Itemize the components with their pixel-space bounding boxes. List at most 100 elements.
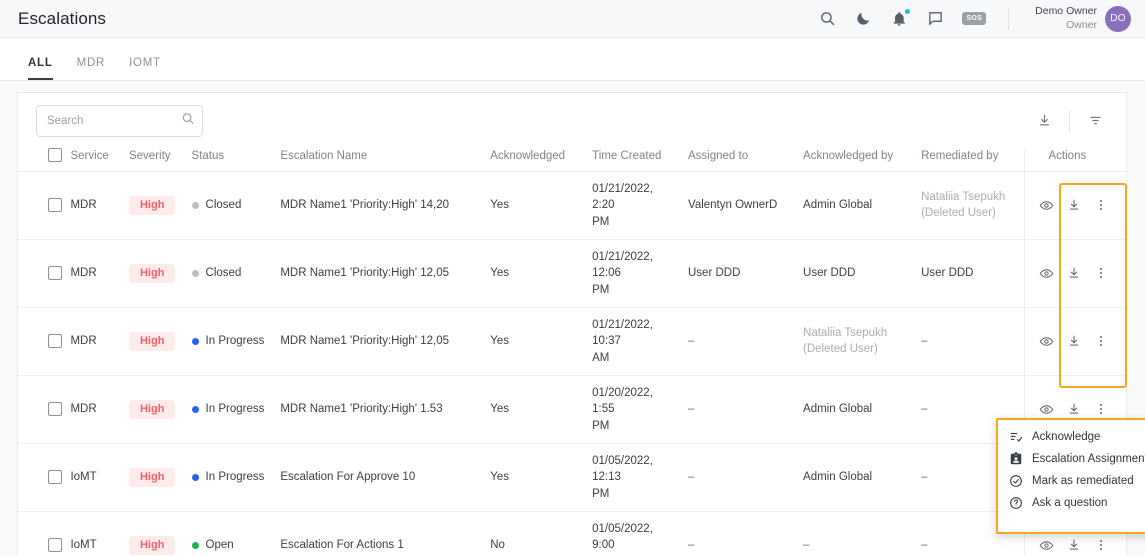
cell-escalation-name[interactable]: MDR Name1 'Priority:High' 12,05 xyxy=(280,307,491,376)
status-dot xyxy=(191,473,199,481)
context-menu-label: Ask a question xyxy=(1032,497,1108,509)
user-role: Owner xyxy=(1066,18,1097,31)
cell-assigned-to: – xyxy=(688,307,804,376)
cell-severity: High xyxy=(128,375,192,444)
user-menu[interactable]: Demo Owner Owner DO xyxy=(1029,5,1131,32)
more-options-icon[interactable] xyxy=(1094,266,1108,280)
escalations-table-wrapper: Service Severity Status Escalation Name … xyxy=(18,148,1126,556)
more-options-icon[interactable] xyxy=(1094,538,1108,552)
row-checkbox[interactable] xyxy=(48,198,62,213)
column-header-assigned-to[interactable]: Assigned to xyxy=(688,148,804,172)
context-menu-item-ask-a-question[interactable]: Ask a question xyxy=(998,492,1145,514)
acknowledged-by-value: Admin Global xyxy=(803,199,873,212)
status-label: In Progress xyxy=(205,335,265,348)
row-checkbox[interactable] xyxy=(48,538,62,553)
cell-escalation-name[interactable]: Escalation For Actions 1 xyxy=(280,511,491,556)
view-eye-icon[interactable] xyxy=(1039,198,1054,213)
remediated-by-value: Nataliia Tsepukh (Deleted User) xyxy=(921,191,1006,220)
table-row[interactable]: MDR High Closed MDR Name1 'Priority:High' 1… xyxy=(18,171,1126,240)
acknowledged-by-value: User DDD xyxy=(803,267,856,280)
tab-iomt[interactable]: IOMT xyxy=(117,57,173,80)
view-eye-icon[interactable] xyxy=(1039,402,1054,417)
table-row[interactable]: MDR High In Progress MDR Name1 'Priority:Hi… xyxy=(18,375,1126,444)
remediated-by-value: – xyxy=(921,471,928,484)
context-menu-item-acknowledge[interactable]: Acknowledge xyxy=(998,426,1145,448)
download-icon[interactable] xyxy=(1067,198,1081,212)
cell-escalation-name[interactable]: Escalation For Approve 10 xyxy=(280,443,491,512)
row-checkbox[interactable] xyxy=(48,402,62,417)
search-input[interactable] xyxy=(36,104,203,137)
column-header-status[interactable]: Status xyxy=(191,148,281,172)
cell-acknowledged-by: – xyxy=(803,511,922,556)
column-header-service[interactable]: Service xyxy=(70,148,129,172)
row-checkbox[interactable] xyxy=(48,266,62,281)
status-dot xyxy=(191,269,199,277)
cell-escalation-name[interactable]: MDR Name1 'Priority:High' 14,20 xyxy=(280,171,491,240)
cell-escalation-name[interactable]: MDR Name1 'Priority:High' 1.53 xyxy=(280,375,491,444)
notifications-bell-icon[interactable] xyxy=(890,8,911,28)
escalations-table: Service Severity Status Escalation Name … xyxy=(18,148,1126,556)
view-eye-icon[interactable] xyxy=(1039,538,1054,553)
search-icon[interactable] xyxy=(818,10,836,28)
cell-remediated-by: Nataliia Tsepukh (Deleted User) xyxy=(921,171,1025,240)
more-options-icon[interactable] xyxy=(1094,402,1108,416)
table-row[interactable]: MDR High Closed MDR Name1 'Priority:High' 1… xyxy=(18,239,1126,308)
cell-time-created: 01/21/2022, 12:06 PM xyxy=(592,239,688,308)
more-options-icon[interactable] xyxy=(1094,198,1108,212)
column-header-remediated-by[interactable]: Remediated by xyxy=(921,148,1025,172)
cell-service: IoMT xyxy=(70,511,129,556)
row-select-cell xyxy=(18,307,71,376)
cell-actions xyxy=(1023,307,1126,376)
severity-badge: High xyxy=(128,399,176,419)
filter-icon[interactable] xyxy=(1084,110,1106,132)
select-all-header xyxy=(18,148,71,172)
column-header-acknowledged-by[interactable]: Acknowledged by xyxy=(803,148,922,172)
row-checkbox[interactable] xyxy=(48,470,62,485)
tab-all[interactable]: ALL xyxy=(16,57,65,80)
download-icon[interactable] xyxy=(1033,110,1055,132)
cell-acknowledged: Yes xyxy=(490,239,593,308)
row-select-cell xyxy=(18,443,71,512)
view-eye-icon[interactable] xyxy=(1039,266,1054,281)
tab-mdr[interactable]: MDR xyxy=(65,57,117,80)
tabs-bar: ALL MDR IOMT xyxy=(0,38,1145,81)
view-eye-icon[interactable] xyxy=(1039,334,1054,349)
select-all-checkbox[interactable] xyxy=(48,148,62,162)
cell-severity: High xyxy=(128,239,192,308)
column-header-escalation-name[interactable]: Escalation Name xyxy=(280,148,491,172)
avatar[interactable]: DO xyxy=(1105,5,1131,32)
row-checkbox[interactable] xyxy=(48,334,62,349)
context-menu-item-escalation-assignment[interactable]: Escalation Assignment xyxy=(998,448,1145,470)
download-icon[interactable] xyxy=(1067,538,1081,552)
dark-mode-moon-icon[interactable] xyxy=(854,10,872,28)
cell-status: In Progress xyxy=(191,307,281,376)
context-menu-item-mark-as-remediated[interactable]: Mark as remediated xyxy=(998,470,1145,492)
table-row[interactable]: IoMT High Open Escalation For Actions 1 No 01… xyxy=(18,511,1126,556)
sos-icon[interactable]: SOS xyxy=(962,12,987,25)
cell-escalation-name[interactable]: MDR Name1 'Priority:High' 12,05 xyxy=(280,239,491,308)
acknowledged-by-value: – xyxy=(803,539,810,552)
download-icon[interactable] xyxy=(1067,334,1081,348)
cell-service: MDR xyxy=(70,375,129,444)
cell-acknowledged: No xyxy=(490,511,593,556)
column-header-time-created[interactable]: Time Created xyxy=(592,148,688,172)
cell-acknowledged: Yes xyxy=(490,443,593,512)
column-header-acknowledged[interactable]: Acknowledged xyxy=(490,148,593,172)
chat-icon[interactable] xyxy=(926,10,944,28)
download-icon[interactable] xyxy=(1067,402,1081,416)
cell-remediated-by: User DDD xyxy=(921,239,1025,308)
table-row[interactable]: MDR High In Progress MDR Name1 'Priority:Hi… xyxy=(18,307,1126,376)
row-context-menu[interactable]: Acknowledge Escalation Assignment Mark a… xyxy=(996,418,1145,534)
cell-severity: High xyxy=(128,443,192,512)
cell-service: IoMT xyxy=(70,443,129,512)
download-icon[interactable] xyxy=(1067,266,1081,280)
table-row[interactable]: IoMT High In Progress Escalation For Approv… xyxy=(18,443,1126,512)
severity-badge: High xyxy=(128,195,176,215)
cell-acknowledged-by: Admin Global xyxy=(803,171,922,240)
column-header-severity[interactable]: Severity xyxy=(128,148,192,172)
severity-badge: High xyxy=(128,263,176,283)
more-options-icon[interactable] xyxy=(1094,334,1108,348)
cell-status: Closed xyxy=(191,171,281,240)
toolbar-divider xyxy=(1069,109,1070,132)
cell-acknowledged: Yes xyxy=(490,307,593,376)
